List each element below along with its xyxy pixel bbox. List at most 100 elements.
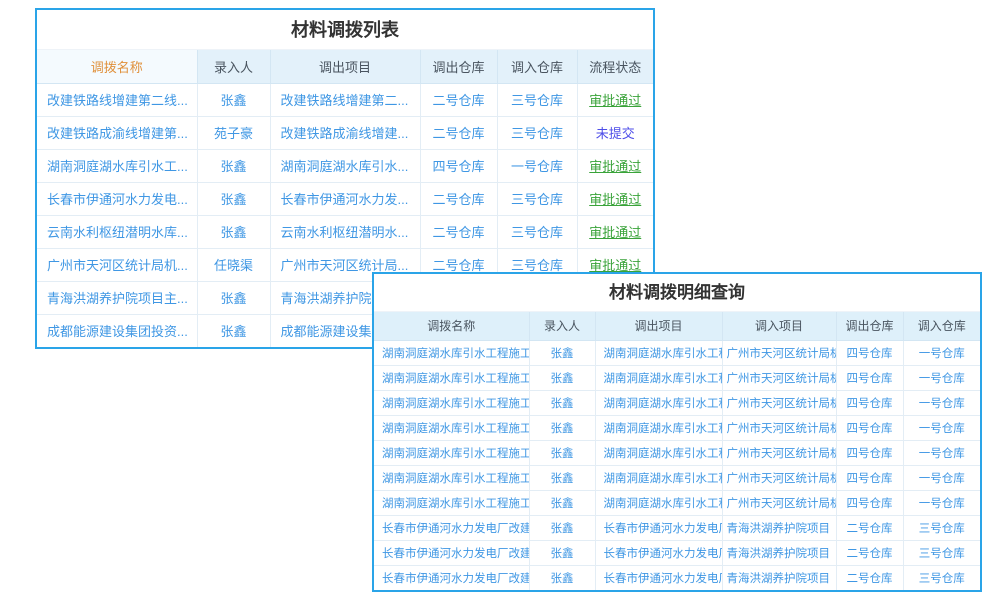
column-header-6[interactable]: 流程状态 bbox=[577, 50, 653, 83]
table-row[interactable]: 湖南洞庭湖水库引水工...张鑫湖南洞庭湖水库引水...四号仓库一号仓库审批通过 bbox=[37, 149, 653, 182]
cell-name: 湖南洞庭湖水库引水工程施工标 bbox=[374, 390, 529, 415]
cell-name: 广州市天河区统计局机... bbox=[37, 248, 197, 281]
column-header-3[interactable]: 调出项目 bbox=[595, 312, 722, 340]
cell-project: 改建铁路成渝线增建... bbox=[270, 116, 420, 149]
cell-person: 张鑫 bbox=[529, 465, 595, 490]
column-header-4[interactable]: 调入项目 bbox=[722, 312, 836, 340]
cell-name: 湖南洞庭湖水库引水工程施工标 bbox=[374, 490, 529, 515]
column-header-5[interactable]: 调入仓库 bbox=[497, 50, 577, 83]
cell-in-project: 广州市天河区统计局机关 bbox=[722, 490, 836, 515]
cell-in-project: 广州市天河区统计局机关 bbox=[722, 390, 836, 415]
cell-in-wh: 一号仓库 bbox=[903, 490, 980, 515]
cell-in-wh: 一号仓库 bbox=[903, 440, 980, 465]
cell-out-wh: 二号仓库 bbox=[836, 540, 903, 565]
column-header-5[interactable]: 调出仓库 bbox=[836, 312, 903, 340]
cell-out-project: 湖南洞庭湖水库引水工程施 bbox=[595, 490, 722, 515]
cell-out-project: 湖南洞庭湖水库引水工程施 bbox=[595, 340, 722, 365]
cell-out-wh: 二号仓库 bbox=[420, 182, 497, 215]
cell-status: 审批通过 bbox=[577, 83, 653, 116]
table-row[interactable]: 长春市伊通河水力发电厂改建工张鑫长春市伊通河水力发电厂改青海洪湖养护院项目二号仓… bbox=[374, 515, 980, 540]
cell-person: 张鑫 bbox=[529, 565, 595, 590]
cell-out-wh: 二号仓库 bbox=[420, 116, 497, 149]
table-row[interactable]: 湖南洞庭湖水库引水工程施工标张鑫湖南洞庭湖水库引水工程施广州市天河区统计局机关四… bbox=[374, 465, 980, 490]
cell-in-wh: 一号仓库 bbox=[497, 149, 577, 182]
cell-in-project: 广州市天河区统计局机关 bbox=[722, 415, 836, 440]
table-row[interactable]: 湖南洞庭湖水库引水工程施工标张鑫湖南洞庭湖水库引水工程施广州市天河区统计局机关四… bbox=[374, 390, 980, 415]
cell-status: 未提交 bbox=[577, 116, 653, 149]
table-row[interactable]: 云南水利枢纽潜明水库...张鑫云南水利枢纽潜明水...二号仓库三号仓库审批通过 bbox=[37, 215, 653, 248]
table-row[interactable]: 湖南洞庭湖水库引水工程施工标张鑫湖南洞庭湖水库引水工程施广州市天河区统计局机关四… bbox=[374, 415, 980, 440]
table-row[interactable]: 改建铁路线增建第二线...张鑫改建铁路线增建第二...二号仓库三号仓库审批通过 bbox=[37, 83, 653, 116]
cell-person: 张鑫 bbox=[197, 182, 270, 215]
cell-out-wh: 四号仓库 bbox=[836, 340, 903, 365]
table-row[interactable]: 长春市伊通河水力发电厂改建工张鑫长春市伊通河水力发电厂改青海洪湖养护院项目二号仓… bbox=[374, 540, 980, 565]
cell-out-wh: 二号仓库 bbox=[836, 565, 903, 590]
status-link[interactable]: 审批通过 bbox=[589, 159, 641, 174]
cell-project: 长春市伊通河水力发... bbox=[270, 182, 420, 215]
column-header-3[interactable]: 调出项目 bbox=[270, 50, 420, 83]
cell-name: 湖南洞庭湖水库引水工程施工标 bbox=[374, 340, 529, 365]
table-row[interactable]: 湖南洞庭湖水库引水工程施工标张鑫湖南洞庭湖水库引水工程施广州市天河区统计局机关四… bbox=[374, 365, 980, 390]
table-row[interactable]: 湖南洞庭湖水库引水工程施工标张鑫湖南洞庭湖水库引水工程施广州市天河区统计局机关四… bbox=[374, 490, 980, 515]
cell-status: 审批通过 bbox=[577, 149, 653, 182]
column-header-4[interactable]: 调出仓库 bbox=[420, 50, 497, 83]
cell-in-wh: 一号仓库 bbox=[903, 390, 980, 415]
cell-project: 改建铁路线增建第二... bbox=[270, 83, 420, 116]
cell-out-project: 长春市伊通河水力发电厂改 bbox=[595, 515, 722, 540]
column-header-2[interactable]: 录入人 bbox=[197, 50, 270, 83]
cell-name: 湖南洞庭湖水库引水工... bbox=[37, 149, 197, 182]
cell-out-wh: 四号仓库 bbox=[836, 365, 903, 390]
transfer-detail-body: 湖南洞庭湖水库引水工程施工标张鑫湖南洞庭湖水库引水工程施广州市天河区统计局机关四… bbox=[374, 340, 980, 590]
status-link[interactable]: 审批通过 bbox=[589, 192, 641, 207]
cell-out-project: 长春市伊通河水力发电厂改 bbox=[595, 565, 722, 590]
cell-out-wh: 四号仓库 bbox=[420, 149, 497, 182]
cell-name: 湖南洞庭湖水库引水工程施工标 bbox=[374, 465, 529, 490]
column-header-1[interactable]: 调拨名称 bbox=[374, 312, 529, 340]
cell-out-project: 湖南洞庭湖水库引水工程施 bbox=[595, 415, 722, 440]
material-transfer-detail-panel: 材料调拨明细查询 调拨名称录入人调出项目调入项目调出仓库调入仓库 湖南洞庭湖水库… bbox=[372, 272, 982, 592]
cell-in-wh: 一号仓库 bbox=[903, 465, 980, 490]
status-link[interactable]: 审批通过 bbox=[589, 225, 641, 240]
column-header-6[interactable]: 调入仓库 bbox=[903, 312, 980, 340]
column-header-1[interactable]: 调拨名称 bbox=[37, 50, 197, 83]
column-header-2[interactable]: 录入人 bbox=[529, 312, 595, 340]
cell-out-wh: 四号仓库 bbox=[836, 490, 903, 515]
cell-in-project: 广州市天河区统计局机关 bbox=[722, 365, 836, 390]
cell-project: 湖南洞庭湖水库引水... bbox=[270, 149, 420, 182]
cell-out-project: 湖南洞庭湖水库引水工程施 bbox=[595, 465, 722, 490]
cell-in-wh: 三号仓库 bbox=[497, 215, 577, 248]
cell-in-project: 青海洪湖养护院项目 bbox=[722, 540, 836, 565]
cell-person: 张鑫 bbox=[529, 540, 595, 565]
cell-out-project: 湖南洞庭湖水库引水工程施 bbox=[595, 365, 722, 390]
transfer-list-title: 材料调拨列表 bbox=[37, 10, 653, 50]
cell-out-wh: 四号仓库 bbox=[836, 440, 903, 465]
status-link[interactable]: 审批通过 bbox=[589, 258, 641, 273]
cell-in-wh: 三号仓库 bbox=[497, 116, 577, 149]
cell-name: 长春市伊通河水力发电厂改建工 bbox=[374, 540, 529, 565]
cell-name: 改建铁路成渝线增建第... bbox=[37, 116, 197, 149]
table-row[interactable]: 改建铁路成渝线增建第...苑子豪改建铁路成渝线增建...二号仓库三号仓库未提交 bbox=[37, 116, 653, 149]
cell-person: 张鑫 bbox=[529, 390, 595, 415]
cell-person: 张鑫 bbox=[197, 83, 270, 116]
cell-person: 张鑫 bbox=[529, 440, 595, 465]
cell-in-wh: 一号仓库 bbox=[903, 365, 980, 390]
cell-person: 张鑫 bbox=[197, 149, 270, 182]
cell-out-project: 长春市伊通河水力发电厂改 bbox=[595, 540, 722, 565]
cell-in-project: 广州市天河区统计局机关 bbox=[722, 440, 836, 465]
table-row[interactable]: 湖南洞庭湖水库引水工程施工标张鑫湖南洞庭湖水库引水工程施广州市天河区统计局机关四… bbox=[374, 440, 980, 465]
transfer-detail-header-row: 调拨名称录入人调出项目调入项目调出仓库调入仓库 bbox=[374, 312, 980, 340]
cell-person: 张鑫 bbox=[529, 340, 595, 365]
status-link[interactable]: 未提交 bbox=[596, 126, 635, 141]
cell-in-project: 广州市天河区统计局机关 bbox=[722, 465, 836, 490]
cell-name: 成都能源建设集团投资... bbox=[37, 314, 197, 347]
cell-name: 长春市伊通河水力发电厂改建工 bbox=[374, 515, 529, 540]
table-row[interactable]: 长春市伊通河水力发电...张鑫长春市伊通河水力发...二号仓库三号仓库审批通过 bbox=[37, 182, 653, 215]
cell-out-project: 湖南洞庭湖水库引水工程施 bbox=[595, 390, 722, 415]
status-link[interactable]: 审批通过 bbox=[589, 93, 641, 108]
table-row[interactable]: 长春市伊通河水力发电厂改建工张鑫长春市伊通河水力发电厂改青海洪湖养护院项目二号仓… bbox=[374, 565, 980, 590]
table-row[interactable]: 湖南洞庭湖水库引水工程施工标张鑫湖南洞庭湖水库引水工程施广州市天河区统计局机关四… bbox=[374, 340, 980, 365]
cell-out-wh: 四号仓库 bbox=[836, 415, 903, 440]
cell-in-project: 青海洪湖养护院项目 bbox=[722, 565, 836, 590]
cell-out-wh: 四号仓库 bbox=[836, 465, 903, 490]
cell-person: 张鑫 bbox=[529, 515, 595, 540]
